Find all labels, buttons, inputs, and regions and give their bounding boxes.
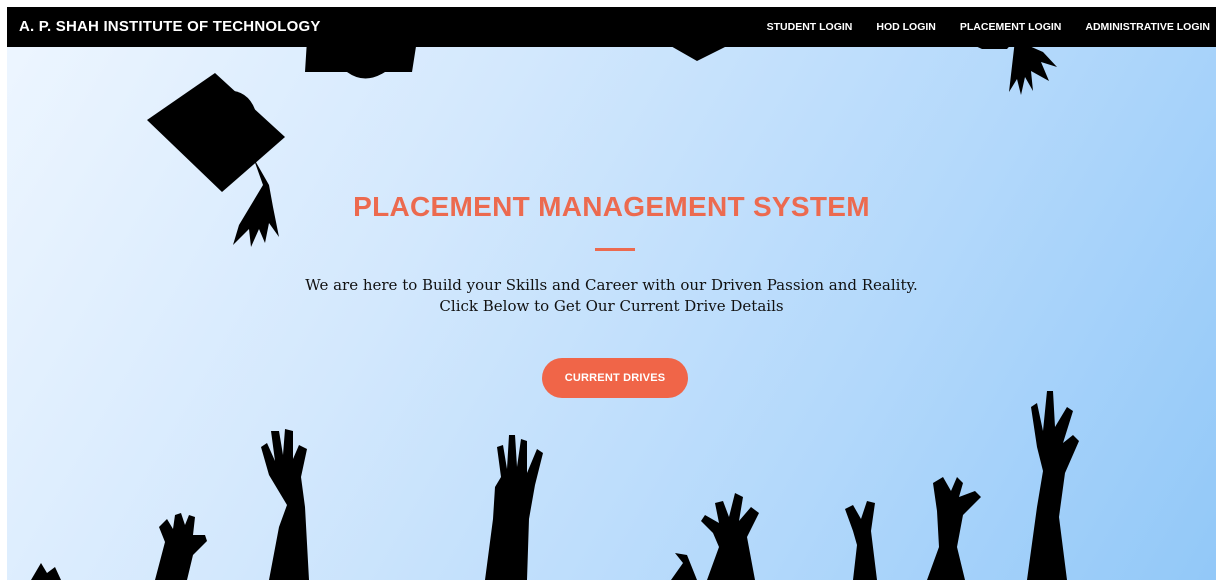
hero-title: PLACEMENT MANAGEMENT SYSTEM	[353, 191, 870, 222]
top-navbar: A. P. SHAH INSTITUTE OF TECHNOLOGY STUDE…	[7, 7, 1216, 47]
nav-hod-login[interactable]: HOD LOGIN	[876, 21, 936, 33]
brand-title[interactable]: A. P. SHAH INSTITUTE OF TECHNOLOGY	[19, 7, 321, 47]
hero-description: We are here to Build your Skills and Car…	[7, 275, 1216, 317]
hero-section: PLACEMENT MANAGEMENT SYSTEM We are here …	[7, 7, 1216, 580]
nav-administrative-login[interactable]: ADMINISTRATIVE LOGIN	[1085, 21, 1210, 33]
nav-student-login[interactable]: STUDENT LOGIN	[767, 21, 853, 33]
current-drives-button[interactable]: CURRENT DRIVES	[542, 358, 688, 398]
hero-divider	[595, 248, 635, 251]
hero-line-1: We are here to Build your Skills and Car…	[305, 276, 918, 294]
nav-placement-login[interactable]: PLACEMENT LOGIN	[960, 21, 1062, 33]
nav-links: STUDENT LOGIN HOD LOGIN PLACEMENT LOGIN …	[743, 7, 1210, 47]
hero-line-2: Click Below to Get Our Current Drive Det…	[439, 297, 784, 315]
page: A. P. SHAH INSTITUTE OF TECHNOLOGY STUDE…	[7, 7, 1216, 580]
